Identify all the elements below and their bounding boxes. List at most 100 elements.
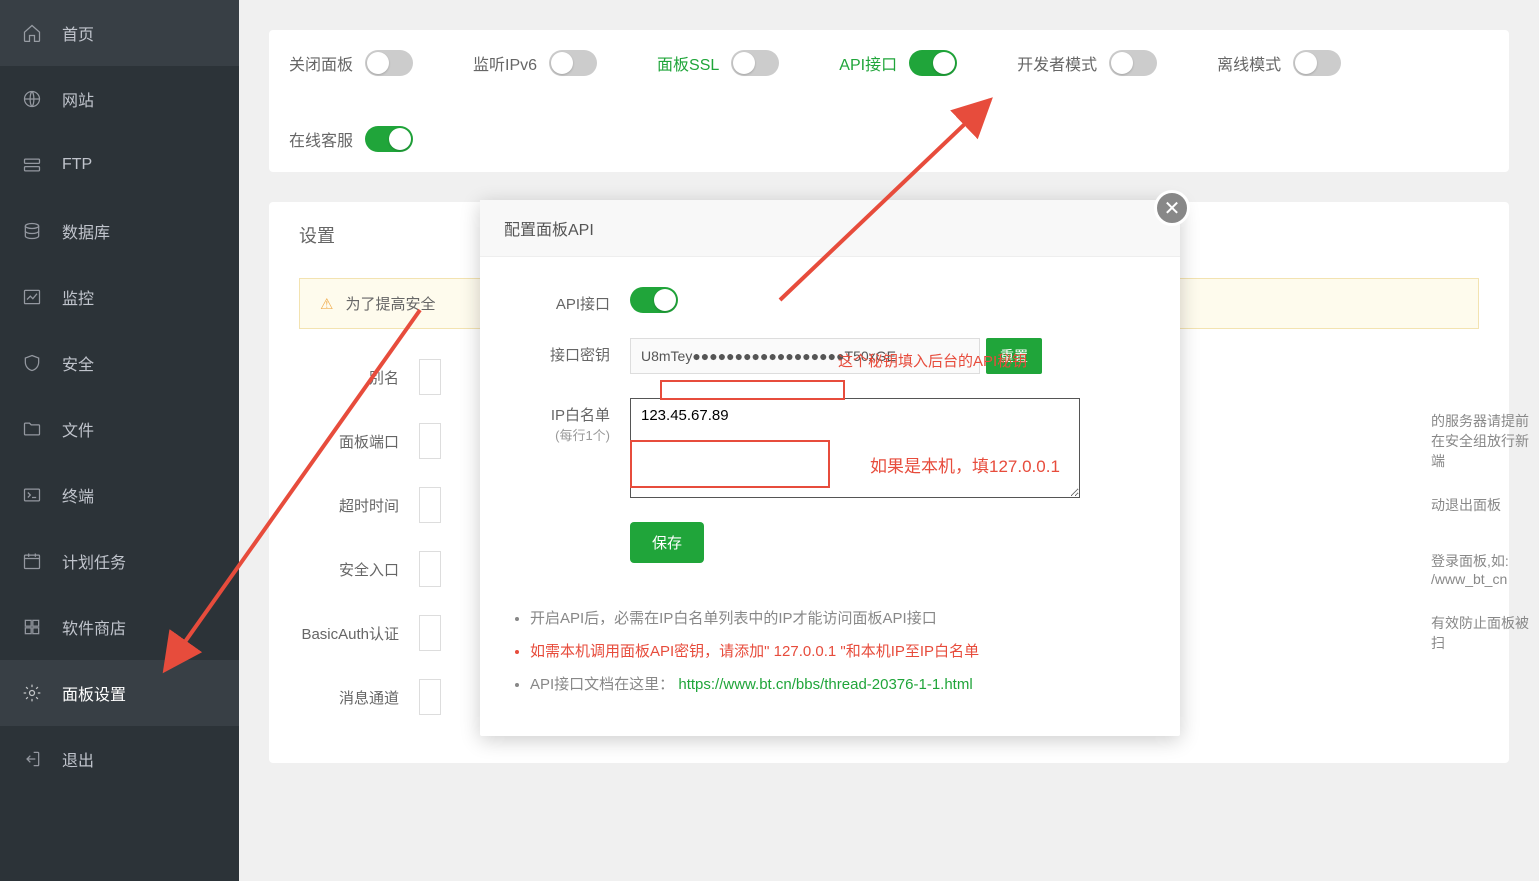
- toggle-label: 离线模式: [1217, 51, 1281, 75]
- tip-text: 为了提高安全: [345, 293, 435, 314]
- toggle-ipv6: 监听IPv6: [473, 50, 597, 76]
- hint-prefix: API接口文档在这里：: [530, 676, 674, 693]
- hint-item: API接口文档在这里： https://www.bt.cn/bbs/thread…: [530, 673, 1150, 694]
- basicauth-input[interactable]: [419, 615, 441, 651]
- sidebar-item-ftp[interactable]: FTP: [0, 132, 239, 198]
- toggle-label: 关闭面板: [289, 51, 353, 75]
- database-icon: [20, 219, 44, 243]
- modal-body: API接口 接口密钥 重置 IP白名单 (每行1个) 123.45.67.89 …: [480, 257, 1180, 607]
- basicauth-hint: 有效防止面板被扫: [1431, 613, 1539, 653]
- sidebar-label: 退出: [62, 747, 94, 771]
- ip-sublabel: (每行1个): [555, 428, 610, 443]
- alias-input[interactable]: [419, 359, 441, 395]
- sidebar-label: 文件: [62, 417, 94, 441]
- toggle-switch[interactable]: [731, 50, 779, 76]
- toggle-dev: 开发者模式: [1017, 50, 1157, 76]
- modal-title: 配置面板API: [480, 200, 1180, 257]
- hint-item-warning: 如需本机调用面板API密钥，请添加" 127.0.0.1 "和本机IP至IP白名…: [530, 640, 1150, 661]
- warning-icon: ⚠: [320, 295, 333, 313]
- sidebar-item-home[interactable]: 首页: [0, 0, 239, 66]
- port-hint: 的服务器请提前在安全组放行新端: [1431, 411, 1539, 471]
- toggle-label: 开发者模式: [1017, 51, 1097, 75]
- sidebar: 首页 网站 FTP 数据库 监控 安全 文件 终端 计划任务 软件商店 面板设置: [0, 0, 239, 881]
- hint-item: 开启API后，必需在IP白名单列表中的IP才能访问面板API接口: [530, 607, 1150, 628]
- form-label: 安全入口: [299, 559, 419, 580]
- ftp-icon: [20, 153, 44, 177]
- toggle-label: 面板SSL: [657, 51, 719, 75]
- form-label: BasicAuth认证: [299, 623, 419, 644]
- reset-key-button[interactable]: 重置: [986, 338, 1042, 374]
- toggle-switch[interactable]: [365, 126, 413, 152]
- timeout-hint: 动退出面板: [1431, 495, 1501, 515]
- sidebar-label: 首页: [62, 21, 94, 45]
- shield-icon: [20, 351, 44, 375]
- toggle-ssl: 面板SSL: [657, 50, 779, 76]
- folder-icon: [20, 417, 44, 441]
- toggle-label: 在线客服: [289, 127, 353, 151]
- modal-hints: 开启API后，必需在IP白名单列表中的IP才能访问面板API接口 如需本机调用面…: [480, 607, 1180, 736]
- api-doc-link[interactable]: https://www.bt.cn/bbs/thread-20376-1-1.h…: [678, 676, 972, 693]
- api-key-input[interactable]: [630, 338, 980, 374]
- sidebar-item-panel-settings[interactable]: 面板设置: [0, 660, 239, 726]
- sidebar-item-database[interactable]: 数据库: [0, 198, 239, 264]
- msg-input[interactable]: [419, 679, 441, 715]
- close-icon[interactable]: ✕: [1154, 190, 1190, 226]
- globe-icon: [20, 87, 44, 111]
- entry-input[interactable]: [419, 551, 441, 587]
- toggle-switch[interactable]: [1109, 50, 1157, 76]
- toggle-switch[interactable]: [365, 50, 413, 76]
- sidebar-label: 计划任务: [62, 549, 126, 573]
- save-button[interactable]: 保存: [630, 522, 704, 563]
- calendar-icon: [20, 549, 44, 573]
- m-label: IP白名单 (每行1个): [510, 398, 630, 444]
- m-label: API接口: [510, 287, 630, 314]
- chart-icon: [20, 285, 44, 309]
- sidebar-item-terminal[interactable]: 终端: [0, 462, 239, 528]
- sidebar-item-cron[interactable]: 计划任务: [0, 528, 239, 594]
- form-label: 超时时间: [299, 495, 419, 516]
- sidebar-item-logout[interactable]: 退出: [0, 726, 239, 792]
- modal-api-toggle[interactable]: [630, 287, 678, 313]
- toggle-service: 在线客服: [289, 126, 1489, 152]
- exit-icon: [20, 747, 44, 771]
- sidebar-label: 网站: [62, 87, 94, 111]
- toggle-close-panel: 关闭面板: [289, 50, 413, 76]
- modal-row-save: 保存: [510, 522, 1150, 563]
- api-config-modal: ✕ 配置面板API API接口 接口密钥 重置 IP白名单 (每行1个) 123…: [480, 200, 1180, 736]
- sidebar-item-security[interactable]: 安全: [0, 330, 239, 396]
- ip-whitelist-textarea[interactable]: 123.45.67.89: [630, 398, 1080, 498]
- form-label: 面板端口: [299, 431, 419, 452]
- modal-row-key: 接口密钥 重置: [510, 338, 1150, 374]
- sidebar-label: 终端: [62, 483, 94, 507]
- form-label: 别名: [299, 367, 419, 388]
- ip-label: IP白名单: [551, 407, 610, 424]
- form-label: 消息通道: [299, 687, 419, 708]
- terminal-icon: [20, 483, 44, 507]
- modal-row-ip: IP白名单 (每行1个) 123.45.67.89: [510, 398, 1150, 498]
- sidebar-label: 安全: [62, 351, 94, 375]
- toggle-panel: 关闭面板 监听IPv6 面板SSL API接口 开发者模式 离线模式 在线客服: [269, 30, 1509, 172]
- home-icon: [20, 21, 44, 45]
- sidebar-label: FTP: [62, 156, 92, 174]
- modal-row-api: API接口: [510, 287, 1150, 314]
- sidebar-label: 监控: [62, 285, 94, 309]
- sidebar-item-monitor[interactable]: 监控: [0, 264, 239, 330]
- toggle-switch[interactable]: [1293, 50, 1341, 76]
- sidebar-item-site[interactable]: 网站: [0, 66, 239, 132]
- timeout-input[interactable]: [419, 487, 441, 523]
- entry-hint: 登录面板,如: /www_bt_cn: [1431, 551, 1539, 587]
- sidebar-label: 面板设置: [62, 681, 126, 705]
- toggle-label: 监听IPv6: [473, 51, 537, 75]
- toggle-switch[interactable]: [909, 50, 957, 76]
- toggle-offline: 离线模式: [1217, 50, 1341, 76]
- apps-icon: [20, 615, 44, 639]
- m-label: 接口密钥: [510, 338, 630, 365]
- sidebar-label: 软件商店: [62, 615, 126, 639]
- gear-icon: [20, 681, 44, 705]
- toggle-label: API接口: [839, 51, 897, 75]
- sidebar-item-store[interactable]: 软件商店: [0, 594, 239, 660]
- toggle-switch[interactable]: [549, 50, 597, 76]
- sidebar-item-files[interactable]: 文件: [0, 396, 239, 462]
- port-input[interactable]: [419, 423, 441, 459]
- sidebar-label: 数据库: [62, 219, 110, 243]
